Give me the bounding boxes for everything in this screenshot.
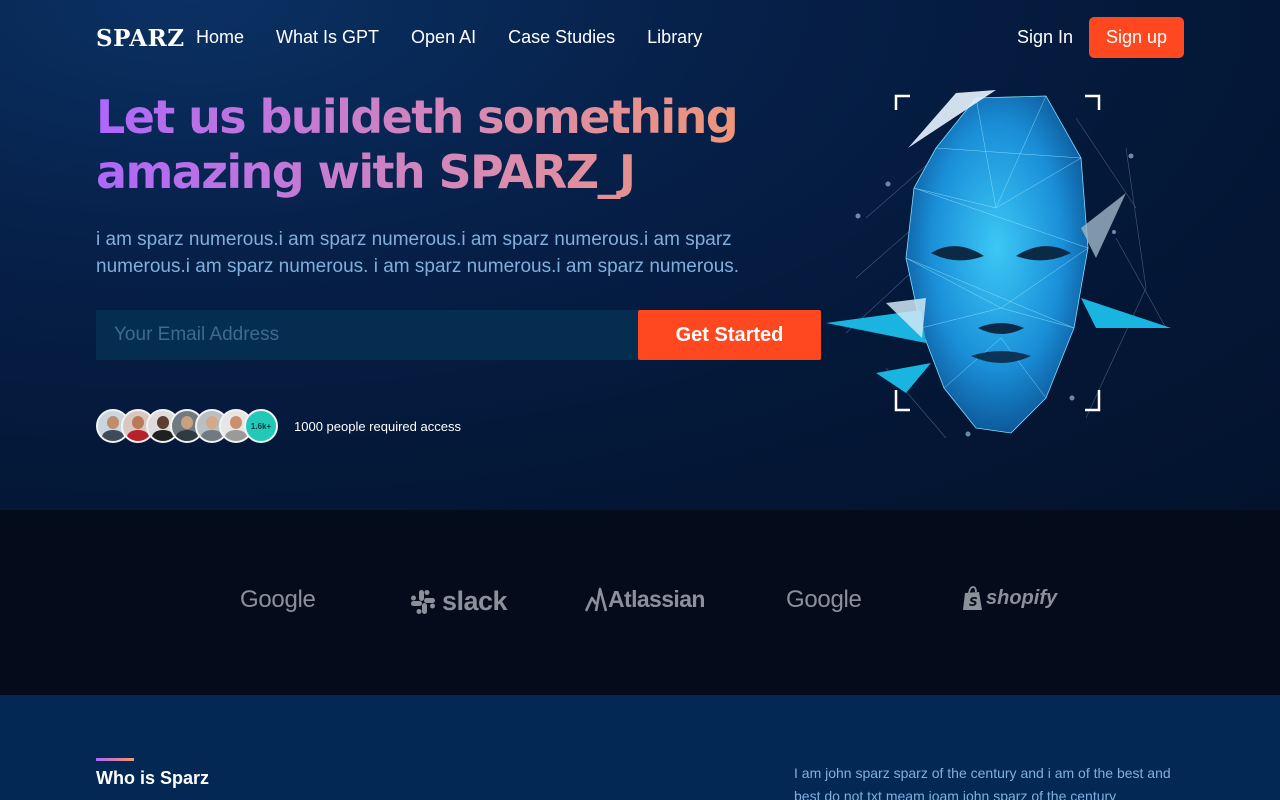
- nav-link-open-ai[interactable]: Open AI: [411, 27, 476, 48]
- headline-line-2: amazing with SPARZ_J: [96, 145, 635, 199]
- nav-links: Home What Is GPT Open AI Case Studies Li…: [196, 27, 734, 48]
- get-started-button[interactable]: Get Started: [638, 310, 821, 360]
- access-text: 1000 people required access: [294, 419, 461, 434]
- logo-google-2: Google: [786, 586, 862, 614]
- navbar: SPARZ Home What Is GPT Open AI Case Stud…: [96, 17, 1184, 58]
- site-logo[interactable]: SPARZ: [96, 25, 184, 52]
- count-badge: 1.6k+: [244, 409, 278, 443]
- avatar-group: 1.6k+: [96, 409, 286, 443]
- about-section: Who is Sparz I am john sparz sparz of th…: [0, 695, 1280, 800]
- headline-line-1: Let us buildeth something: [96, 90, 738, 144]
- logo-shopify: S shopify: [962, 586, 1057, 611]
- logo-slack-text: slack: [442, 586, 508, 616]
- hero-section: SPARZ Home What Is GPT Open AI Case Stud…: [0, 0, 1280, 510]
- section-accent-bar: [96, 758, 134, 761]
- partner-logos: Google slack Atlassian Google S shopify: [0, 510, 1280, 695]
- about-text: I am john sparz sparz of the century and…: [794, 765, 1171, 800]
- logo-atlassian: Atlassian: [585, 586, 705, 613]
- logo-slack: slack: [410, 586, 508, 617]
- about-title: Who is Sparz: [96, 768, 210, 788]
- atlassian-icon: [585, 587, 607, 612]
- svg-text:S: S: [969, 595, 978, 609]
- nav-link-library[interactable]: Library: [647, 27, 702, 48]
- nav-link-what-is-gpt[interactable]: What Is GPT: [276, 27, 379, 48]
- email-input[interactable]: [96, 310, 640, 360]
- slack-icon: [411, 589, 435, 614]
- hero-subtext: i am sparz numerous.i am sparz numerous.…: [96, 229, 740, 277]
- nav-link-home[interactable]: Home: [196, 27, 244, 48]
- logo-google: Google: [240, 586, 316, 614]
- shopify-bag-icon: S: [963, 586, 982, 610]
- sign-up-button[interactable]: Sign up: [1089, 17, 1184, 58]
- logo-google-text: Google: [786, 586, 862, 613]
- ai-face-illustration: [826, 90, 1171, 439]
- hero-headline: Let us buildeth something amazing with S…: [96, 90, 816, 200]
- sign-in-link[interactable]: Sign In: [1017, 27, 1073, 48]
- logo-atlassian-text: Atlassian: [608, 586, 705, 612]
- logo-shopify-text: shopify: [986, 587, 1058, 609]
- nav-link-case-studies[interactable]: Case Studies: [508, 27, 615, 48]
- logo-google-text: Google: [240, 586, 316, 613]
